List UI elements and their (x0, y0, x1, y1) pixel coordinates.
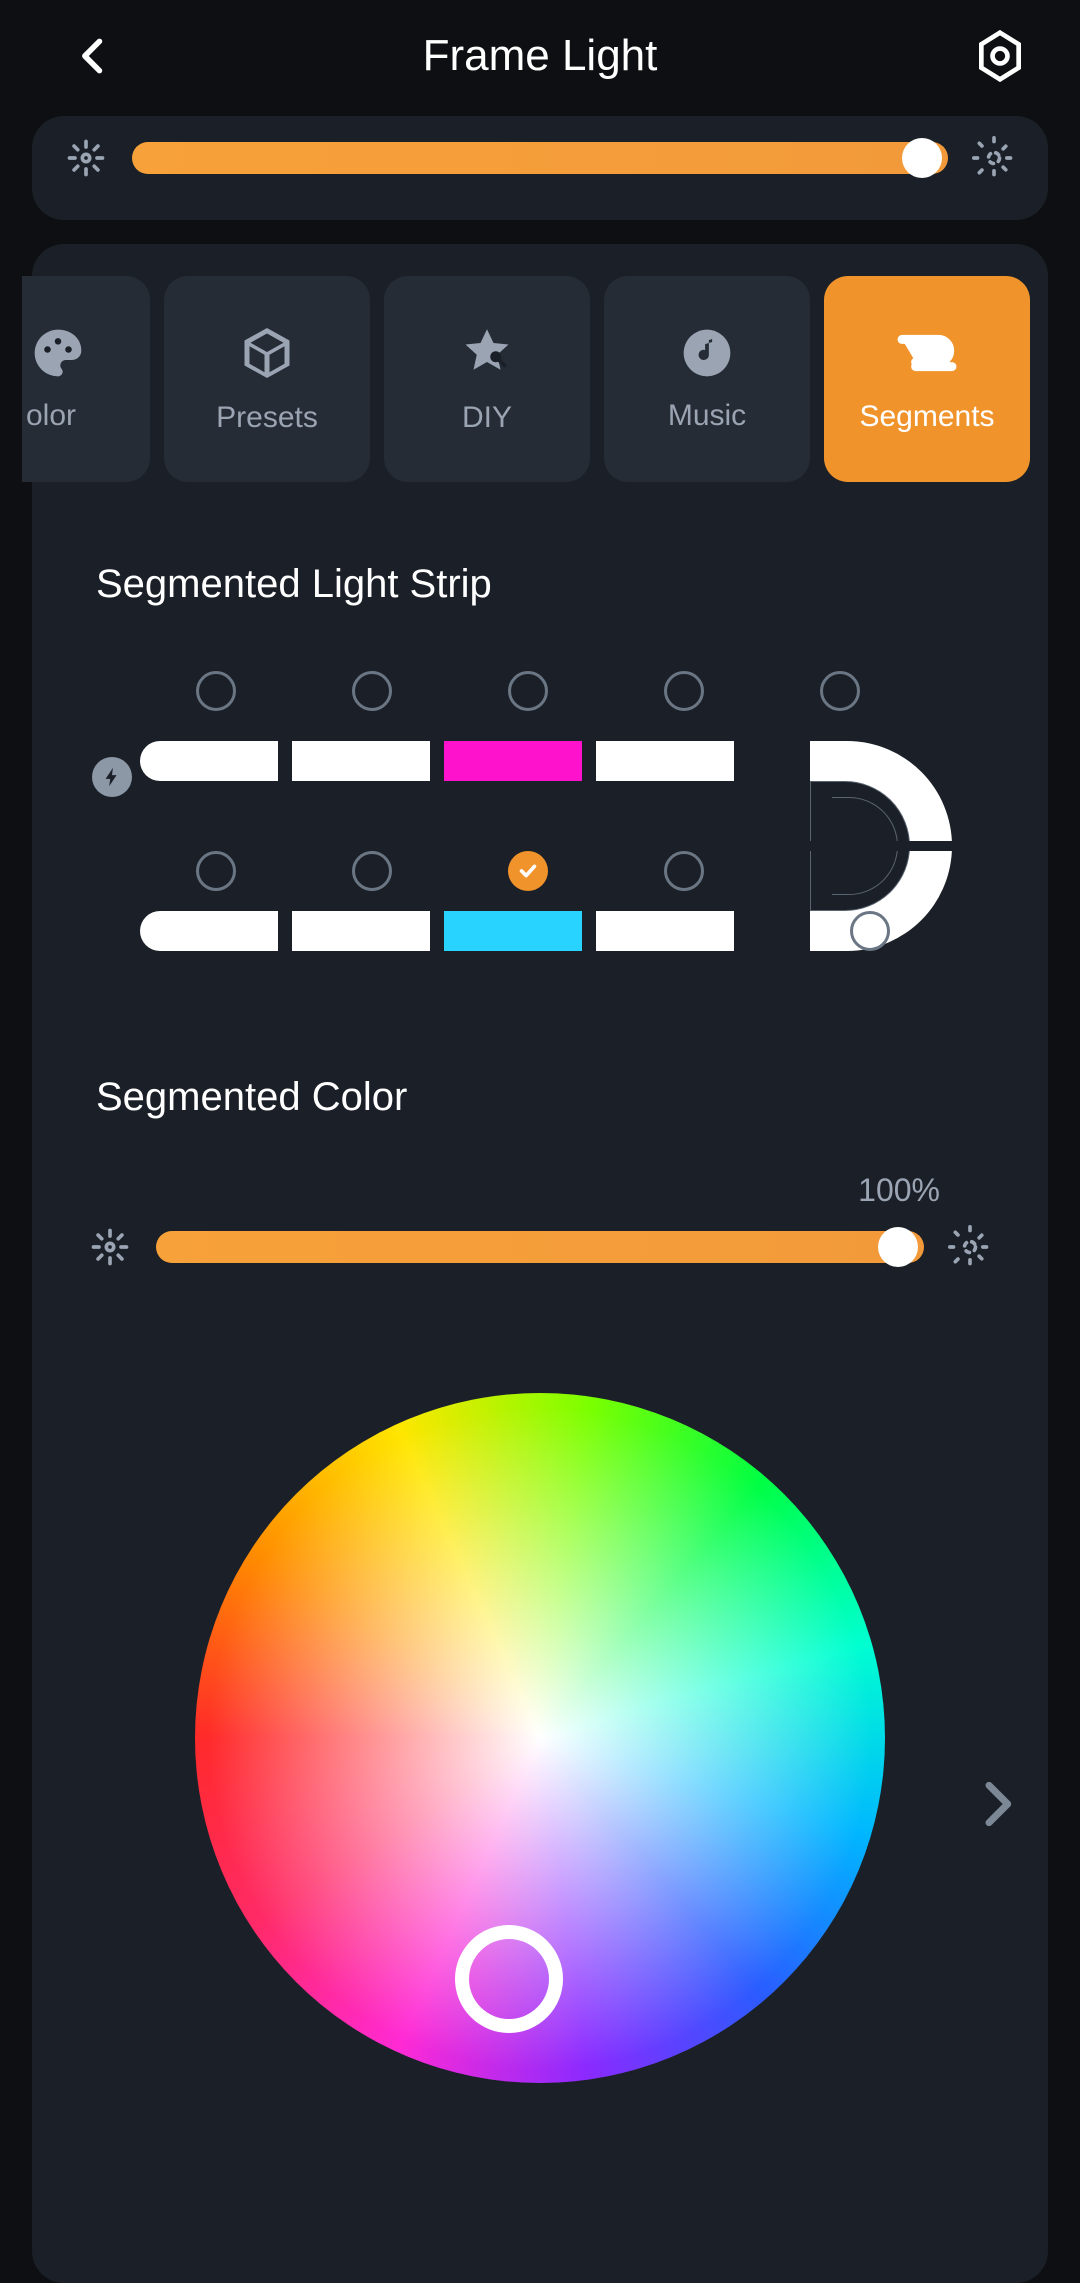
segment[interactable] (292, 741, 430, 781)
bolt-icon (101, 766, 123, 788)
back-button[interactable] (72, 34, 116, 78)
strip-row-bottom (140, 911, 734, 951)
star-icon (457, 323, 517, 383)
segment-radio[interactable] (664, 671, 704, 711)
segment-radio[interactable] (820, 671, 860, 711)
tab-diy[interactable]: DIY (384, 276, 590, 482)
mode-tabs: olor Presets DIY Music Segments (22, 276, 1048, 482)
main-card: olor Presets DIY Music Segments Segmente… (32, 244, 1048, 2283)
brightness-percent: 100% (32, 1172, 940, 1209)
brightness-thumb[interactable] (902, 138, 942, 178)
segment-radio[interactable] (664, 851, 704, 891)
segment[interactable] (444, 911, 582, 951)
music-icon (679, 325, 735, 381)
palette-icon (30, 325, 86, 381)
segment-radio[interactable] (508, 671, 548, 711)
tab-label: Segments (859, 400, 994, 434)
tab-music[interactable]: Music (604, 276, 810, 482)
segment-radio[interactable] (196, 851, 236, 891)
brightness-track[interactable] (132, 142, 948, 174)
segment-brightness-thumb[interactable] (878, 1227, 918, 1267)
light-strip-diagram (140, 671, 940, 991)
page-title: Frame Light (423, 31, 658, 81)
color-picker-handle[interactable] (455, 1925, 563, 2033)
segment[interactable] (140, 911, 278, 951)
segment[interactable] (444, 741, 582, 781)
next-page-button[interactable] (968, 1776, 1024, 1832)
tab-label: olor (26, 399, 76, 433)
segment-brightness-slider[interactable] (84, 1221, 996, 1273)
segment-radio[interactable] (352, 851, 392, 891)
tab-label: DIY (462, 401, 512, 435)
tab-label: Presets (216, 401, 318, 435)
brightness-card (32, 116, 1048, 220)
segment-radio[interactable] (196, 671, 236, 711)
tab-label: Music (668, 399, 746, 433)
check-icon (517, 860, 539, 882)
brightness-low-icon (88, 1225, 132, 1269)
strip-bend[interactable] (810, 741, 952, 951)
segment-radio-selected[interactable] (508, 851, 548, 891)
strip-row-top (140, 741, 734, 781)
section-title-color: Segmented Color (96, 1075, 1048, 1120)
brightness-slider[interactable] (60, 132, 1020, 184)
cube-icon (237, 323, 297, 383)
segment[interactable] (292, 911, 430, 951)
segment-radios-top (196, 671, 860, 711)
brightness-high-icon (948, 1225, 992, 1269)
segment-brightness-track[interactable] (156, 1231, 924, 1263)
segment[interactable] (596, 741, 734, 781)
tab-presets[interactable]: Presets (164, 276, 370, 482)
section-title-strip: Segmented Light Strip (96, 562, 1048, 607)
tab-color[interactable]: olor (22, 276, 150, 482)
segment-radios-bottom (196, 851, 704, 891)
segment[interactable] (140, 741, 278, 781)
settings-button[interactable] (972, 28, 1028, 84)
brightness-low-icon (64, 136, 108, 180)
quick-select-all[interactable] (92, 757, 132, 797)
segment-radio[interactable] (352, 671, 392, 711)
segment[interactable] (596, 911, 734, 951)
segment-radio[interactable] (850, 911, 890, 951)
app-header: Frame Light (0, 0, 1080, 112)
brightness-high-icon (972, 136, 1016, 180)
color-wheel[interactable] (195, 1393, 885, 2083)
tab-segments[interactable]: Segments (824, 276, 1030, 482)
segments-icon (893, 324, 961, 382)
